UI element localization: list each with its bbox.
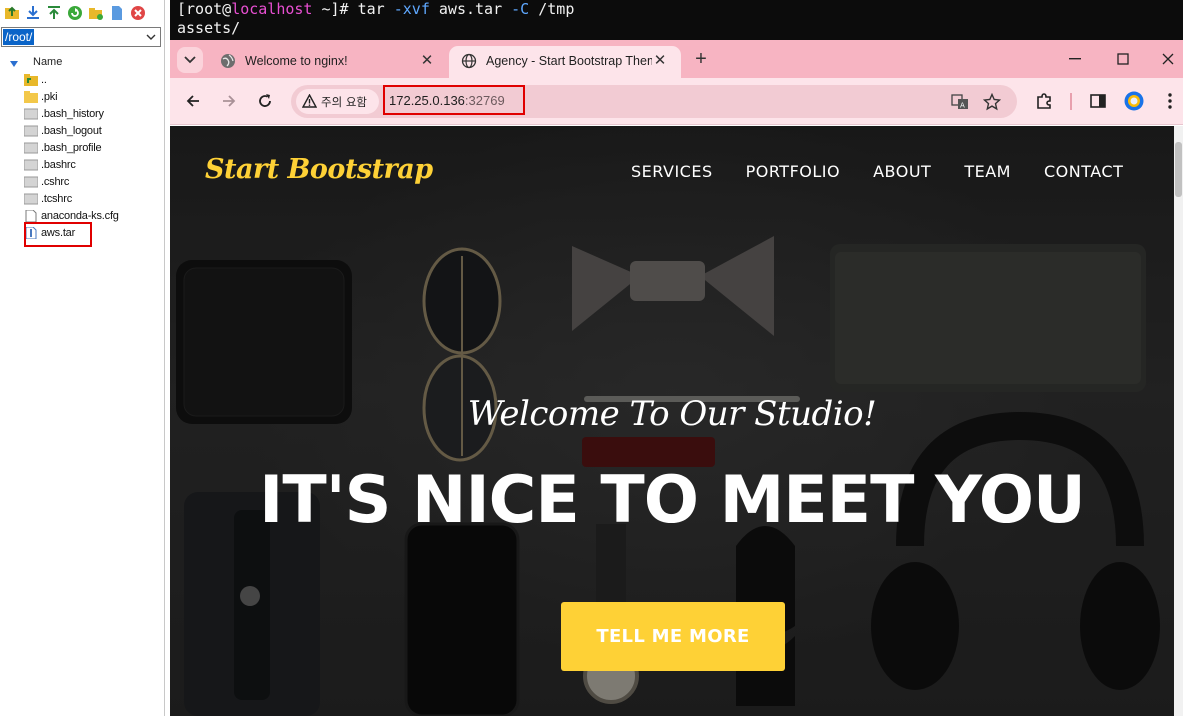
- file-list: .. .pki .bash_history .bash_logout .bash…: [0, 72, 164, 242]
- prompt-user: [root@: [177, 0, 232, 18]
- minimize-icon[interactable]: [1060, 48, 1090, 70]
- close-icon[interactable]: ✕: [419, 53, 435, 69]
- list-item[interactable]: .bash_profile: [0, 140, 164, 157]
- more-menu-icon[interactable]: [1160, 91, 1180, 111]
- file-list-header[interactable]: Name: [0, 53, 164, 71]
- list-item[interactable]: .cshrc: [0, 174, 164, 191]
- file-icon: [23, 142, 39, 154]
- new-tab-button[interactable]: +: [691, 49, 711, 70]
- globe-icon: [461, 53, 477, 69]
- globe-icon: [220, 53, 236, 69]
- list-item[interactable]: .tcshrc: [0, 191, 164, 208]
- file-name: .pki: [41, 91, 58, 103]
- maximize-icon[interactable]: [1108, 48, 1138, 70]
- highlight-box: [383, 85, 525, 115]
- highlight-box: [24, 222, 92, 247]
- path-dropdown[interactable]: /root/: [1, 27, 161, 47]
- translate-icon[interactable]: A: [951, 93, 969, 111]
- file-icon: [23, 159, 39, 171]
- file-name: .tcshrc: [41, 193, 72, 205]
- nav-portfolio[interactable]: PORTFOLIO: [746, 162, 841, 181]
- svg-text:A: A: [960, 102, 965, 110]
- file-icon: [23, 176, 39, 188]
- terminal-output-line: assets/: [177, 19, 241, 37]
- extensions-icon[interactable]: [1034, 91, 1054, 111]
- close-icon[interactable]: ✕: [652, 53, 668, 69]
- file-manager-toolbar: [0, 0, 165, 26]
- nav-services[interactable]: SERVICES: [631, 162, 713, 181]
- close-window-icon[interactable]: [1153, 48, 1183, 70]
- forward-arrow-icon[interactable]: [219, 91, 239, 111]
- folder-icon: [24, 91, 38, 103]
- upload-icon[interactable]: [45, 4, 63, 22]
- new-folder-icon[interactable]: [87, 4, 105, 22]
- refresh-icon[interactable]: [66, 4, 84, 22]
- list-item[interactable]: .pki: [0, 89, 164, 106]
- command-flag: -xvf: [393, 0, 430, 18]
- warning-icon: [301, 93, 318, 108]
- tell-me-more-button[interactable]: TELL ME MORE: [561, 602, 785, 671]
- sort-down-icon[interactable]: [10, 58, 18, 67]
- file-manager-pane: /root/ Name .. .pki .bash_history .bash_…: [0, 0, 165, 716]
- file-name: anaconda-ks.cfg: [41, 210, 119, 222]
- command-text: aws.tar: [429, 0, 512, 18]
- nav-contact[interactable]: CONTACT: [1044, 162, 1123, 181]
- file-name: .bashrc: [41, 159, 76, 171]
- name-column-header[interactable]: Name: [33, 56, 62, 68]
- back-arrow-icon[interactable]: [183, 91, 203, 111]
- nav-team[interactable]: TEAM: [964, 162, 1011, 181]
- chevron-down-icon: [184, 56, 196, 64]
- profile-avatar-icon[interactable]: [1124, 91, 1144, 111]
- reload-icon[interactable]: [255, 91, 275, 111]
- star-icon[interactable]: [982, 92, 1002, 111]
- parent-folder-icon: [24, 74, 38, 86]
- delete-icon[interactable]: [129, 4, 147, 22]
- list-item[interactable]: .bash_logout: [0, 123, 164, 140]
- chevron-down-icon[interactable]: [145, 30, 157, 44]
- command-text: /tmp: [529, 0, 575, 18]
- download-icon[interactable]: [24, 4, 42, 22]
- hero-heading: IT'S NICE TO MEET YOU: [259, 463, 1086, 538]
- new-file-icon[interactable]: [108, 4, 126, 22]
- browser-toolbar: 주의 요함 172.25.0.136:32769 A: [170, 78, 1183, 125]
- tab-title: Agency - Start Bootstrap Theme: [486, 54, 652, 68]
- file-name: .bash_profile: [41, 142, 102, 154]
- file-icon: [23, 108, 39, 120]
- tab-search-button[interactable]: [177, 47, 203, 73]
- tab-nginx[interactable]: Welcome to nginx! ✕: [208, 46, 444, 78]
- list-item[interactable]: .bash_history: [0, 106, 164, 123]
- prompt-tail: ~]#: [312, 0, 358, 18]
- page-scrollbar[interactable]: [1174, 126, 1183, 716]
- tab-agency[interactable]: Agency - Start Bootstrap Theme ✕: [449, 46, 681, 78]
- security-warning-chip[interactable]: 주의 요함: [296, 89, 379, 114]
- tab-title: Welcome to nginx!: [245, 54, 348, 68]
- command-text: tar: [357, 0, 394, 18]
- upload-folder-icon[interactable]: [3, 4, 21, 22]
- scrollbar-thumb[interactable]: [1175, 142, 1182, 197]
- file-name: .cshrc: [41, 176, 70, 188]
- file-icon: [23, 125, 39, 137]
- terminal-command-line: [root@localhost ~]# tar -xvf aws.tar -C …: [177, 0, 1183, 19]
- file-icon: [23, 193, 39, 205]
- nav-about[interactable]: ABOUT: [873, 162, 931, 181]
- side-panel-icon[interactable]: [1088, 91, 1108, 111]
- path-value[interactable]: /root/: [3, 29, 35, 45]
- brand-logo[interactable]: Start Bootstrap: [205, 154, 433, 185]
- file-name: .bash_logout: [41, 125, 102, 137]
- terminal[interactable]: [root@localhost ~]# tar -xvf aws.tar -C …: [170, 0, 1183, 40]
- hero-subheading: Welcome To Our Studio!: [467, 394, 877, 434]
- file-name: .bash_history: [41, 108, 104, 120]
- page-viewport: Start Bootstrap SERVICES PORTFOLIO ABOUT…: [170, 126, 1174, 716]
- command-flag: -C: [511, 0, 530, 18]
- list-item[interactable]: ..: [0, 72, 164, 89]
- list-item[interactable]: .bashrc: [0, 157, 164, 174]
- tab-strip: Welcome to nginx! ✕ Agency - Start Boots…: [170, 40, 1183, 78]
- browser-window: Welcome to nginx! ✕ Agency - Start Boots…: [170, 40, 1183, 716]
- main-nav: SERVICES PORTFOLIO ABOUT TEAM CONTACT: [631, 162, 1123, 181]
- prompt-host: localhost: [231, 0, 313, 18]
- document-icon: [24, 209, 38, 223]
- file-name: ..: [41, 74, 47, 86]
- toolbar-divider: [1070, 93, 1072, 110]
- security-warning-label: 주의 요함: [321, 95, 367, 109]
